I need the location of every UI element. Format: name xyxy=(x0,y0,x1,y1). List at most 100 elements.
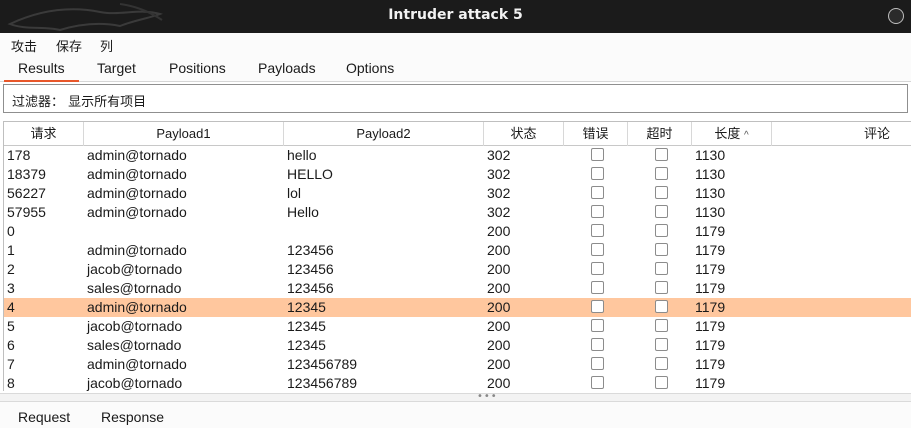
sort-ascending-icon: ^ xyxy=(743,130,749,141)
cell-status: 200 xyxy=(487,261,511,277)
checkbox-error xyxy=(591,224,604,237)
cell-status: 302 xyxy=(487,147,511,163)
checkbox-timeout xyxy=(655,300,668,313)
cell-request: 18379 xyxy=(7,166,46,182)
cell-payload2: Hello xyxy=(287,204,319,220)
cell-status: 200 xyxy=(487,223,511,239)
cell-payload2: 123456 xyxy=(287,261,334,277)
tab-payloads[interactable]: Payloads xyxy=(258,60,316,76)
table-row[interactable]: 4 admin@tornado 12345 200 1179 xyxy=(4,298,911,317)
filter-label: 过滤器： xyxy=(12,95,65,110)
pane-splitter[interactable]: ••• xyxy=(0,391,911,402)
cell-payload2: 12345 xyxy=(287,299,326,315)
cell-payload1: sales@tornado xyxy=(87,280,182,296)
tab-results[interactable]: Results xyxy=(4,60,79,82)
tab-bar: Results Target Positions Payloads Option… xyxy=(0,57,911,82)
column-header-request[interactable]: 请求 xyxy=(4,122,84,146)
tab-target[interactable]: Target xyxy=(97,60,136,76)
table-row[interactable]: 6 sales@tornado 12345 200 1179 xyxy=(4,336,911,355)
cell-status: 200 xyxy=(487,318,511,334)
cell-payload1: admin@tornado xyxy=(87,356,187,372)
cell-payload2: 12345 xyxy=(287,318,326,334)
checkbox-error xyxy=(591,167,604,180)
cell-request: 1 xyxy=(7,242,15,258)
cell-payload1: jacob@tornado xyxy=(87,261,183,277)
column-header-error[interactable]: 错误 xyxy=(564,122,628,146)
column-header-payload2[interactable]: Payload2 xyxy=(284,122,484,146)
cell-length: 1130 xyxy=(695,166,726,182)
cell-length: 1179 xyxy=(695,356,726,372)
menu-item-attack[interactable]: 攻击 xyxy=(11,36,37,55)
menu-item-columns[interactable]: 列 xyxy=(100,36,113,55)
cell-payload2 xyxy=(284,222,484,241)
table-row[interactable]: 18379 admin@tornado HELLO 302 1130 xyxy=(4,165,911,184)
table-row[interactable]: 3 sales@tornado 123456 200 1179 xyxy=(4,279,911,298)
cell-request: 4 xyxy=(7,299,15,315)
checkbox-error xyxy=(591,338,604,351)
checkbox-timeout xyxy=(655,186,668,199)
menu-item-save[interactable]: 保存 xyxy=(56,36,82,55)
window-title: Intruder attack 5 xyxy=(388,7,523,23)
title-bar: Intruder attack 5 xyxy=(0,0,911,33)
checkbox-timeout xyxy=(655,281,668,294)
drag-handle-icon[interactable]: ••• xyxy=(477,391,498,402)
checkbox-error xyxy=(591,319,604,332)
table-row[interactable]: 1 admin@tornado 123456 200 1179 xyxy=(4,241,911,260)
filter-bar[interactable]: 过滤器： 显示所有项目 xyxy=(3,84,908,113)
cell-status: 200 xyxy=(487,375,511,391)
column-header-length-label: 长度 xyxy=(714,126,741,141)
tab-positions[interactable]: Positions xyxy=(169,60,226,76)
cell-length: 1130 xyxy=(695,185,726,201)
tab-options[interactable]: Options xyxy=(346,60,394,76)
filter-text: 过滤器： 显示所有项目 xyxy=(12,91,146,110)
cell-payload2: 12345 xyxy=(287,337,326,353)
cell-request: 178 xyxy=(7,147,31,163)
tab-request[interactable]: Request xyxy=(18,409,70,425)
cell-length: 1179 xyxy=(695,261,726,277)
checkbox-timeout xyxy=(655,376,668,389)
cell-status: 200 xyxy=(487,337,511,353)
table-row[interactable]: 2 jacob@tornado 123456 200 1179 xyxy=(4,260,911,279)
checkbox-timeout xyxy=(655,205,668,218)
table-row[interactable]: 5 jacob@tornado 12345 200 1179 xyxy=(4,317,911,336)
table-row[interactable]: 0 200 1179 xyxy=(4,222,911,241)
column-header-timeout[interactable]: 超时 xyxy=(628,122,692,146)
table-row[interactable]: 178 admin@tornado hello 302 1130 xyxy=(4,146,911,165)
cell-request: 8 xyxy=(7,375,15,391)
cell-length: 1179 xyxy=(695,375,726,391)
cell-payload1 xyxy=(84,222,284,241)
table-row[interactable]: 8 jacob@tornado 123456789 200 1179 xyxy=(4,374,911,391)
checkbox-timeout xyxy=(655,319,668,332)
cell-payload2: 123456789 xyxy=(287,375,358,391)
checkbox-timeout xyxy=(655,357,668,370)
cell-status: 200 xyxy=(487,242,511,258)
cell-payload1: jacob@tornado xyxy=(87,318,183,334)
cell-request: 3 xyxy=(7,280,15,296)
cell-request: 2 xyxy=(7,261,15,277)
checkbox-error xyxy=(591,243,604,256)
cell-length: 1179 xyxy=(695,318,726,334)
close-icon[interactable] xyxy=(888,8,904,24)
column-header-payload1[interactable]: Payload1 xyxy=(84,122,284,146)
cell-request: 56227 xyxy=(7,185,46,201)
checkbox-error xyxy=(591,205,604,218)
cell-payload2: HELLO xyxy=(287,166,333,182)
checkbox-timeout xyxy=(655,338,668,351)
column-header-comment[interactable]: 评论 xyxy=(772,122,911,146)
checkbox-error xyxy=(591,281,604,294)
cell-request: 57955 xyxy=(7,204,46,220)
cell-status: 302 xyxy=(487,204,511,220)
table-row[interactable]: 56227 admin@tornado lol 302 1130 xyxy=(4,184,911,203)
column-header-status[interactable]: 状态 xyxy=(484,122,564,146)
tab-response[interactable]: Response xyxy=(101,409,164,425)
cell-request: 5 xyxy=(7,318,15,334)
cell-payload2: 123456 xyxy=(287,280,334,296)
column-header-length[interactable]: 长度 ^ xyxy=(692,122,772,146)
table-row[interactable]: 7 admin@tornado 123456789 200 1179 xyxy=(4,355,911,374)
menu-bar: 攻击 保存 列 xyxy=(0,33,911,57)
table-row[interactable]: 57955 admin@tornado Hello 302 1130 xyxy=(4,203,911,222)
cell-request: 0 xyxy=(7,223,15,239)
cell-payload1: sales@tornado xyxy=(87,337,182,353)
cell-status: 200 xyxy=(487,280,511,296)
checkbox-error xyxy=(591,148,604,161)
